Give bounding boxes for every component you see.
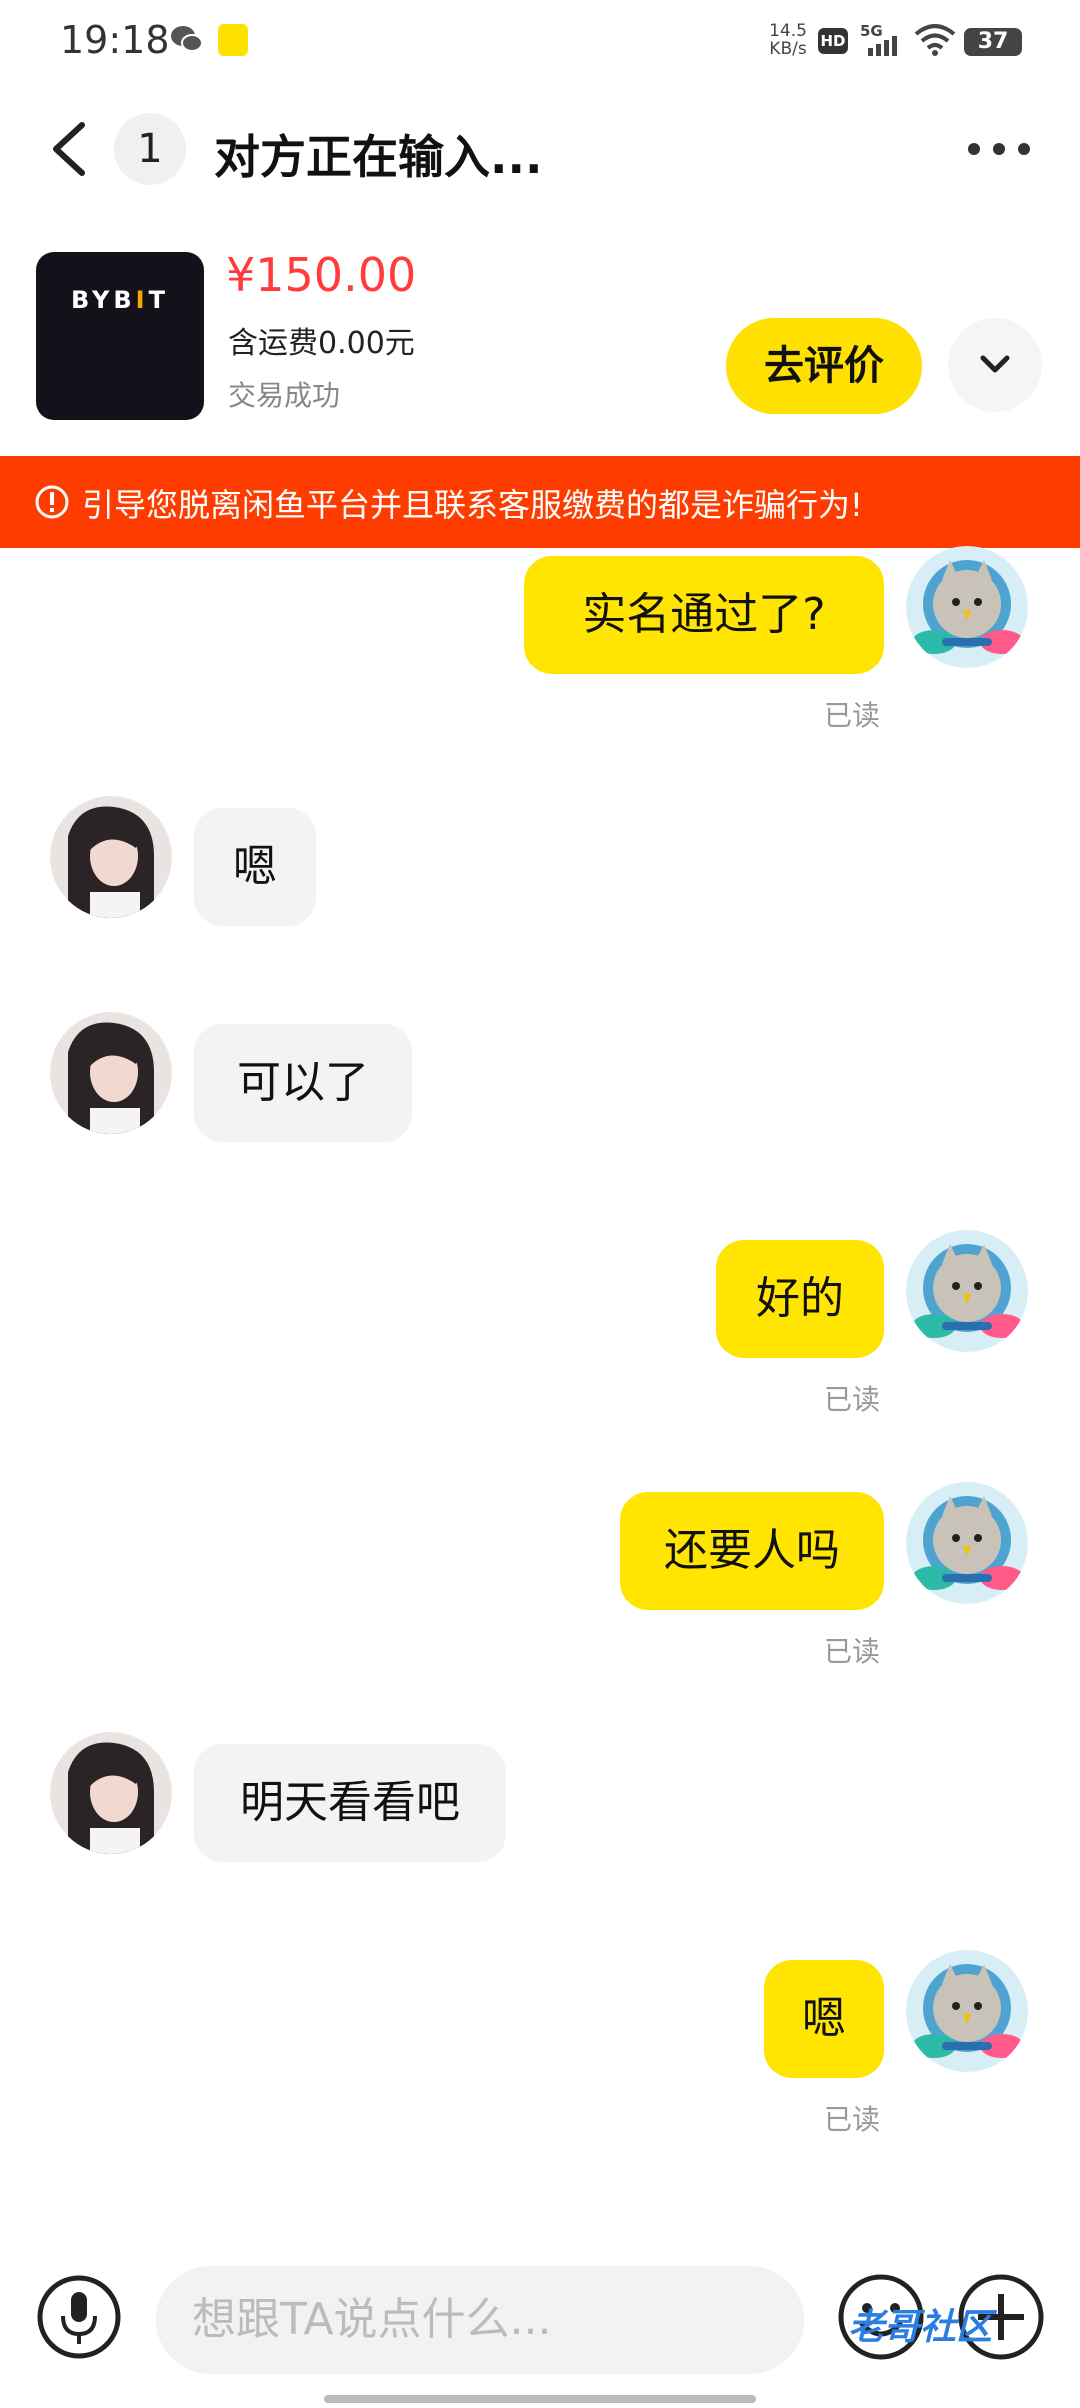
warning-icon <box>35 485 69 519</box>
message-bubble-sent[interactable]: 嗯 <box>764 1960 884 2078</box>
product-logo-accent: I <box>135 286 149 314</box>
read-receipt: 已读 <box>824 2103 881 2136</box>
product-price: ¥150.00 <box>226 248 417 302</box>
self-avatar[interactable] <box>906 1230 1028 1352</box>
contact-avatar[interactable] <box>50 1012 172 1134</box>
battery-icon: 37 <box>964 28 1022 56</box>
unread-count-badge[interactable]: 1 <box>114 113 186 185</box>
network-speed: 14.5 KB/s <box>766 22 810 58</box>
product-logo-end: T <box>148 286 169 314</box>
product-logo-text: BYB <box>71 286 136 314</box>
fraud-warning-banner: 引导您脱离闲鱼平台并且联系客服缴费的都是诈骗行为! <box>0 456 1080 548</box>
message-bubble-sent[interactable]: 实名通过了? <box>524 556 884 674</box>
wifi-icon <box>914 24 956 56</box>
read-receipt: 已读 <box>824 1383 881 1416</box>
home-indicator[interactable] <box>324 2395 756 2403</box>
message-bubble-sent[interactable]: 好的 <box>716 1240 884 1358</box>
microphone-icon[interactable] <box>36 2274 122 2360</box>
shipping-fee: 含运费0.00元 <box>228 326 415 361</box>
message-bubble-sent[interactable]: 还要人吗 <box>620 1492 884 1610</box>
wechat-icon <box>171 26 203 52</box>
contact-avatar[interactable] <box>50 1732 172 1854</box>
network-type: 5G <box>860 22 883 40</box>
status-time: 19:18 <box>60 18 170 62</box>
chevron-down-icon[interactable] <box>948 318 1042 412</box>
network-speed-value: 14.5 <box>769 21 807 41</box>
message-bubble-received[interactable]: 可以了 <box>194 1024 412 1142</box>
trade-status: 交易成功 <box>228 379 341 412</box>
back-icon[interactable] <box>40 117 100 181</box>
warning-text: 引导您脱离闲鱼平台并且联系客服缴费的都是诈骗行为! <box>82 486 863 524</box>
more-icon[interactable] <box>964 129 1034 169</box>
self-avatar[interactable] <box>906 546 1028 668</box>
message-bubble-received[interactable]: 嗯 <box>194 808 316 926</box>
signal-icon: 5G <box>860 22 897 56</box>
status-bar: 19:18 14.5 KB/s HD 5G 37 <box>0 0 1080 84</box>
chat-header: 1 对方正在输入... <box>0 95 1080 205</box>
xianyu-app-icon <box>218 24 248 56</box>
self-avatar[interactable] <box>906 1482 1028 1604</box>
product-image[interactable]: BYBIT <box>36 252 204 420</box>
product-card[interactable]: BYBIT ¥150.00 含运费0.00元 交易成功 去评价 <box>0 240 1080 440</box>
watermark-logo: 老哥社区 <box>848 2307 993 2348</box>
message-bubble-received[interactable]: 明天看看吧 <box>194 1744 506 1862</box>
page-title: 对方正在输入... <box>214 130 543 184</box>
self-avatar[interactable] <box>906 1950 1028 2072</box>
read-receipt: 已读 <box>824 699 881 732</box>
network-speed-unit: KB/s <box>769 39 807 59</box>
hd-icon: HD <box>818 28 848 54</box>
read-receipt: 已读 <box>824 1635 881 1668</box>
message-input[interactable]: 想跟TA说点什么... <box>156 2266 804 2374</box>
contact-avatar[interactable] <box>50 796 172 918</box>
review-button[interactable]: 去评价 <box>726 318 922 414</box>
